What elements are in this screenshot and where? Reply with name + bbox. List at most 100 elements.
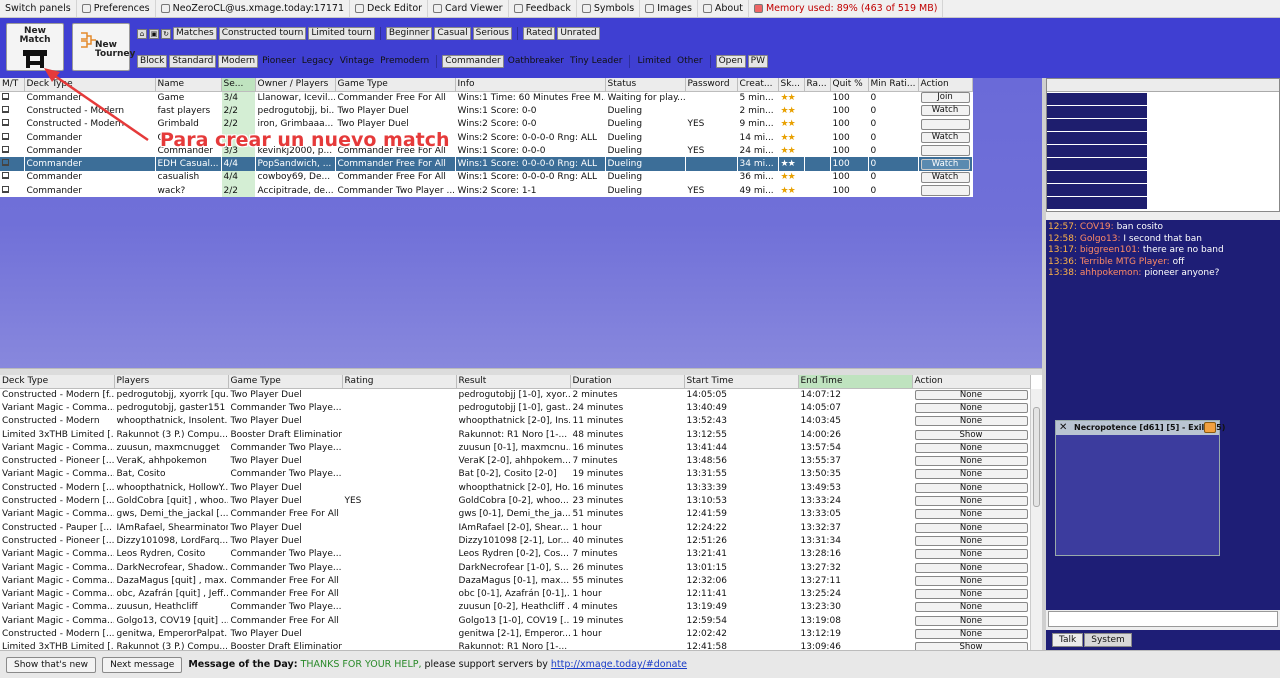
column-header[interactable]: Status <box>605 78 686 92</box>
none-button[interactable]: None <box>914 442 1028 453</box>
filter-beginner[interactable]: Beginner <box>385 27 433 40</box>
table-row[interactable]: Constructed - Modern [... GoldCobra [quit… <box>0 494 1031 508</box>
column-header[interactable]: End Time <box>798 375 913 389</box>
column-header[interactable]: Players <box>114 375 229 389</box>
table-row[interactable]: Constructed - Modern [f... pedrogutobjj, … <box>0 388 1031 402</box>
player-row[interactable] <box>1047 184 1147 196</box>
none-button[interactable]: None <box>914 402 1028 413</box>
table-row[interactable]: Commander EDH Casual... 4/4 PopSandwich, ..… <box>0 157 973 171</box>
none-button[interactable]: None <box>914 535 1028 546</box>
table-row[interactable]: Constructed - Pioneer [... VeraK, ahhpoke… <box>0 454 1031 468</box>
none-button[interactable]: None <box>914 482 1028 493</box>
filter-legacy[interactable]: Legacy <box>300 55 336 68</box>
table-row[interactable]: Variant Magic - Comma... obc, Azafrán [qu… <box>0 587 1031 601</box>
watch-button[interactable]: Watch <box>920 171 970 183</box>
player-row[interactable] <box>1047 106 1147 118</box>
scrollbar[interactable] <box>1030 389 1042 650</box>
table-row[interactable]: Constructed - Pioneer [... Dizzy101098, L… <box>0 534 1031 548</box>
none-button[interactable]: None <box>914 628 1028 639</box>
filter-other[interactable]: Other <box>675 55 705 68</box>
menu-item-neozerocl-us-xmage-today-17171[interactable]: NeoZeroCL@us.xmage.today:17171 <box>156 0 351 17</box>
scroll-thumb[interactable] <box>1033 407 1040 507</box>
table-row[interactable]: Variant Magic - Comma... DazaMagus [quit]… <box>0 574 1031 588</box>
watch-button[interactable]: Watch <box>920 105 970 117</box>
column-header[interactable]: Start Time <box>684 375 799 389</box>
filter-rated[interactable]: Rated <box>522 27 556 40</box>
player-row[interactable] <box>1047 158 1147 170</box>
filter-constructed-tourn[interactable]: Constructed tourn <box>218 27 307 40</box>
player-row[interactable] <box>1047 145 1147 157</box>
column-header[interactable]: Result <box>456 375 571 389</box>
filter-toggle-icon[interactable]: ⌂ <box>137 28 147 39</box>
filter-tiny-leader[interactable]: Tiny Leader <box>568 55 624 68</box>
player-row[interactable] <box>1047 171 1147 183</box>
table-row[interactable]: Variant Magic - Comma... Bat, Cosito Comma… <box>0 467 1031 482</box>
action-button[interactable] <box>920 145 970 157</box>
menu-item-about[interactable]: About <box>698 0 749 17</box>
column-header[interactable]: Quit % <box>830 78 869 92</box>
column-header[interactable]: Owner / Players <box>255 78 336 92</box>
filter-limited[interactable]: Limited <box>635 55 673 68</box>
filter-limited-tourn[interactable]: Limited tourn <box>308 27 375 40</box>
chat-input[interactable] <box>1048 611 1278 627</box>
column-header[interactable]: Creat... <box>737 78 779 92</box>
none-button[interactable]: None <box>914 589 1028 600</box>
none-button[interactable]: None <box>914 469 1028 480</box>
show-button[interactable]: Show <box>914 429 1028 440</box>
filter-commander[interactable]: Commander <box>442 55 504 68</box>
filter-toggle-icon[interactable]: ▣ <box>149 28 159 39</box>
column-header[interactable]: Game Type <box>335 78 456 92</box>
table-row[interactable]: Constructed - Modern whoopthatnick, Insol… <box>0 414 1031 428</box>
none-button[interactable]: None <box>914 496 1028 507</box>
menu-item-feedback[interactable]: Feedback <box>509 0 577 17</box>
menu-item-deck-editor[interactable]: Deck Editor <box>350 0 429 17</box>
table-row[interactable]: Limited 3xTHB Limited [... Rakunnot (3 P.… <box>0 640 1031 650</box>
filter-premodern[interactable]: Premodern <box>378 55 431 68</box>
tab-system[interactable]: System <box>1084 633 1132 647</box>
filter-pw[interactable]: PW <box>747 55 768 68</box>
tab-talk[interactable]: Talk <box>1052 633 1084 647</box>
table-row[interactable]: Limited 3xTHB Limited [... Rakunnot (3 P.… <box>0 427 1031 442</box>
column-header[interactable]: Ra... <box>804 78 831 92</box>
filter-modern[interactable]: Modern <box>218 55 259 68</box>
table-row[interactable]: Constructed - Pauper [... IAmRafael, Shea… <box>0 520 1031 535</box>
table-row[interactable]: Commander wack? 2/2 Accipitrade, de... Comma… <box>0 184 973 198</box>
menu-item-card-viewer[interactable]: Card Viewer <box>428 0 509 17</box>
none-button[interactable]: None <box>914 522 1028 533</box>
next-message-button[interactable]: Next message <box>102 656 183 673</box>
player-row[interactable] <box>1047 119 1147 131</box>
watch-button[interactable]: Watch <box>920 132 970 144</box>
none-button[interactable]: None <box>914 602 1028 613</box>
table-row[interactable]: Constructed - Modern [... genitwa, Empero… <box>0 627 1031 641</box>
watch-button[interactable]: Watch <box>920 158 970 170</box>
close-icon[interactable]: ✕ <box>1059 422 1067 434</box>
filter-unrated[interactable]: Unrated <box>557 27 600 40</box>
column-header[interactable]: Se... <box>221 78 256 92</box>
player-row[interactable] <box>1047 197 1147 209</box>
filter-matches[interactable]: Matches <box>173 27 217 40</box>
column-header[interactable]: Name <box>155 78 222 92</box>
column-header[interactable]: Password <box>685 78 738 92</box>
filter-standard[interactable]: Standard <box>169 55 217 68</box>
column-header[interactable]: Sk... <box>778 78 805 92</box>
table-row[interactable]: Variant Magic - Comma... zuusun, Heathcli… <box>0 600 1031 615</box>
column-header[interactable]: M/T <box>0 78 25 92</box>
filter-open[interactable]: Open <box>715 55 746 68</box>
table-row[interactable]: Constructed - Modern [... whoopthatnick, … <box>0 481 1031 495</box>
column-header[interactable]: Action <box>918 78 973 92</box>
filter-pioneer[interactable]: Pioneer <box>260 55 298 68</box>
none-button[interactable]: None <box>914 509 1028 520</box>
menu-item-images[interactable]: Images <box>640 0 698 17</box>
join-button[interactable]: Join <box>920 92 970 104</box>
action-button[interactable] <box>920 185 970 197</box>
column-header[interactable]: Game Type <box>228 375 343 389</box>
none-button[interactable]: None <box>914 389 1028 400</box>
filter-oathbreaker[interactable]: Oathbreaker <box>506 55 566 68</box>
table-row[interactable]: Variant Magic - Comma... DarkNecrofear, S… <box>0 560 1031 575</box>
none-button[interactable]: None <box>914 456 1028 467</box>
player-row[interactable] <box>1047 132 1147 144</box>
menu-item-preferences[interactable]: Preferences <box>77 0 156 17</box>
filter-casual[interactable]: Casual <box>434 27 471 40</box>
show-whats-new-button[interactable]: Show that's new <box>6 656 97 673</box>
column-header[interactable]: Info <box>455 78 606 92</box>
